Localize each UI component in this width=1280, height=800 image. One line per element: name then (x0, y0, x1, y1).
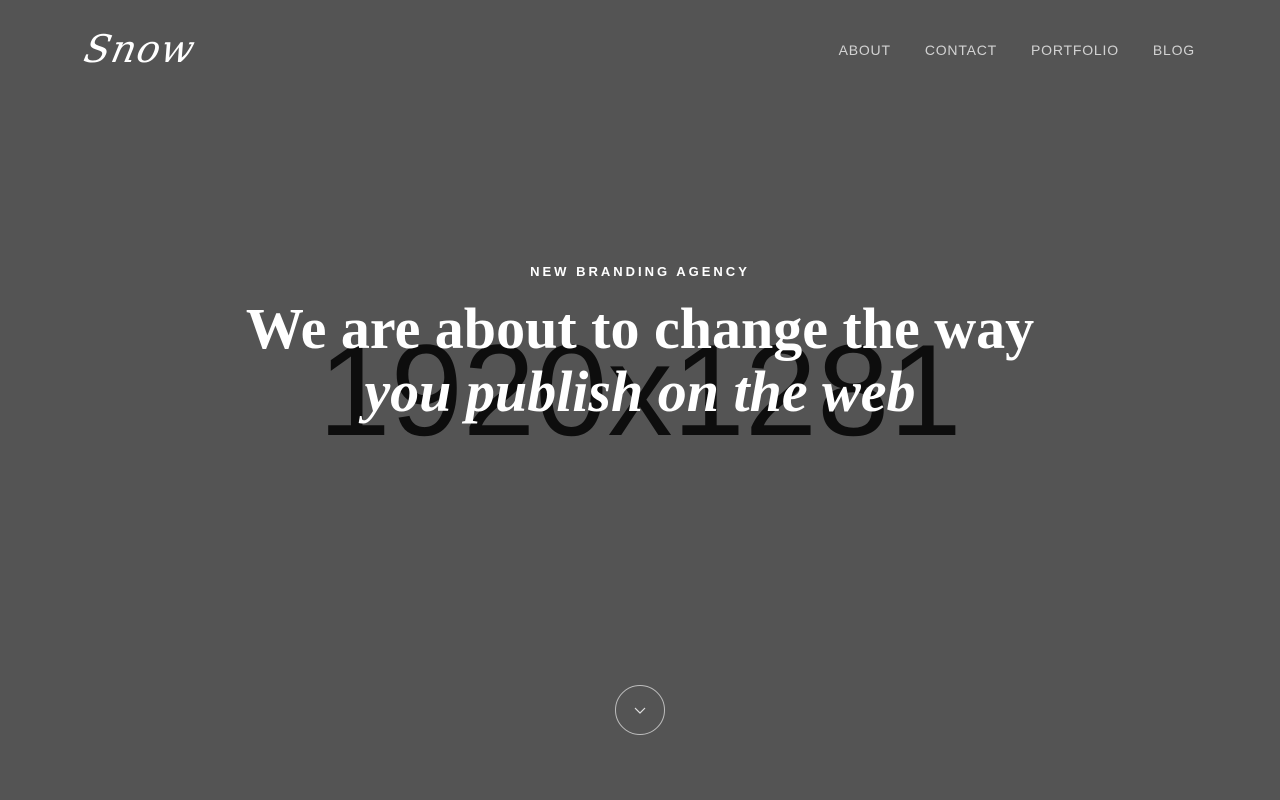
nav-item-about: ABOUT (839, 40, 891, 60)
logo-link[interactable]: Snow (80, 24, 201, 74)
nav-item-portfolio: PORTFOLIO (1031, 40, 1119, 60)
hero-kicker: NEW BRANDING AGENCY (530, 264, 750, 279)
headline-line-1: We are about to change the way (245, 296, 1035, 361)
chevron-down-icon (634, 707, 646, 714)
hero-headline: We are about to change the way you publi… (0, 296, 1280, 422)
hero-section: 1920x1281 Snow ABOUT CONTACT PORTFOLIO B… (0, 0, 1280, 800)
scroll-down-button[interactable] (615, 685, 665, 735)
main-nav: ABOUT CONTACT PORTFOLIO BLOG (839, 40, 1195, 60)
headline-line-2: you publish on the web (364, 359, 916, 424)
nav-item-blog: BLOG (1153, 40, 1195, 60)
nav-item-contact: CONTACT (925, 40, 997, 60)
nav-link-blog[interactable]: BLOG (1153, 42, 1195, 58)
nav-link-portfolio[interactable]: PORTFOLIO (1031, 42, 1119, 58)
nav-link-about[interactable]: ABOUT (839, 42, 891, 58)
nav-link-contact[interactable]: CONTACT (925, 42, 997, 58)
